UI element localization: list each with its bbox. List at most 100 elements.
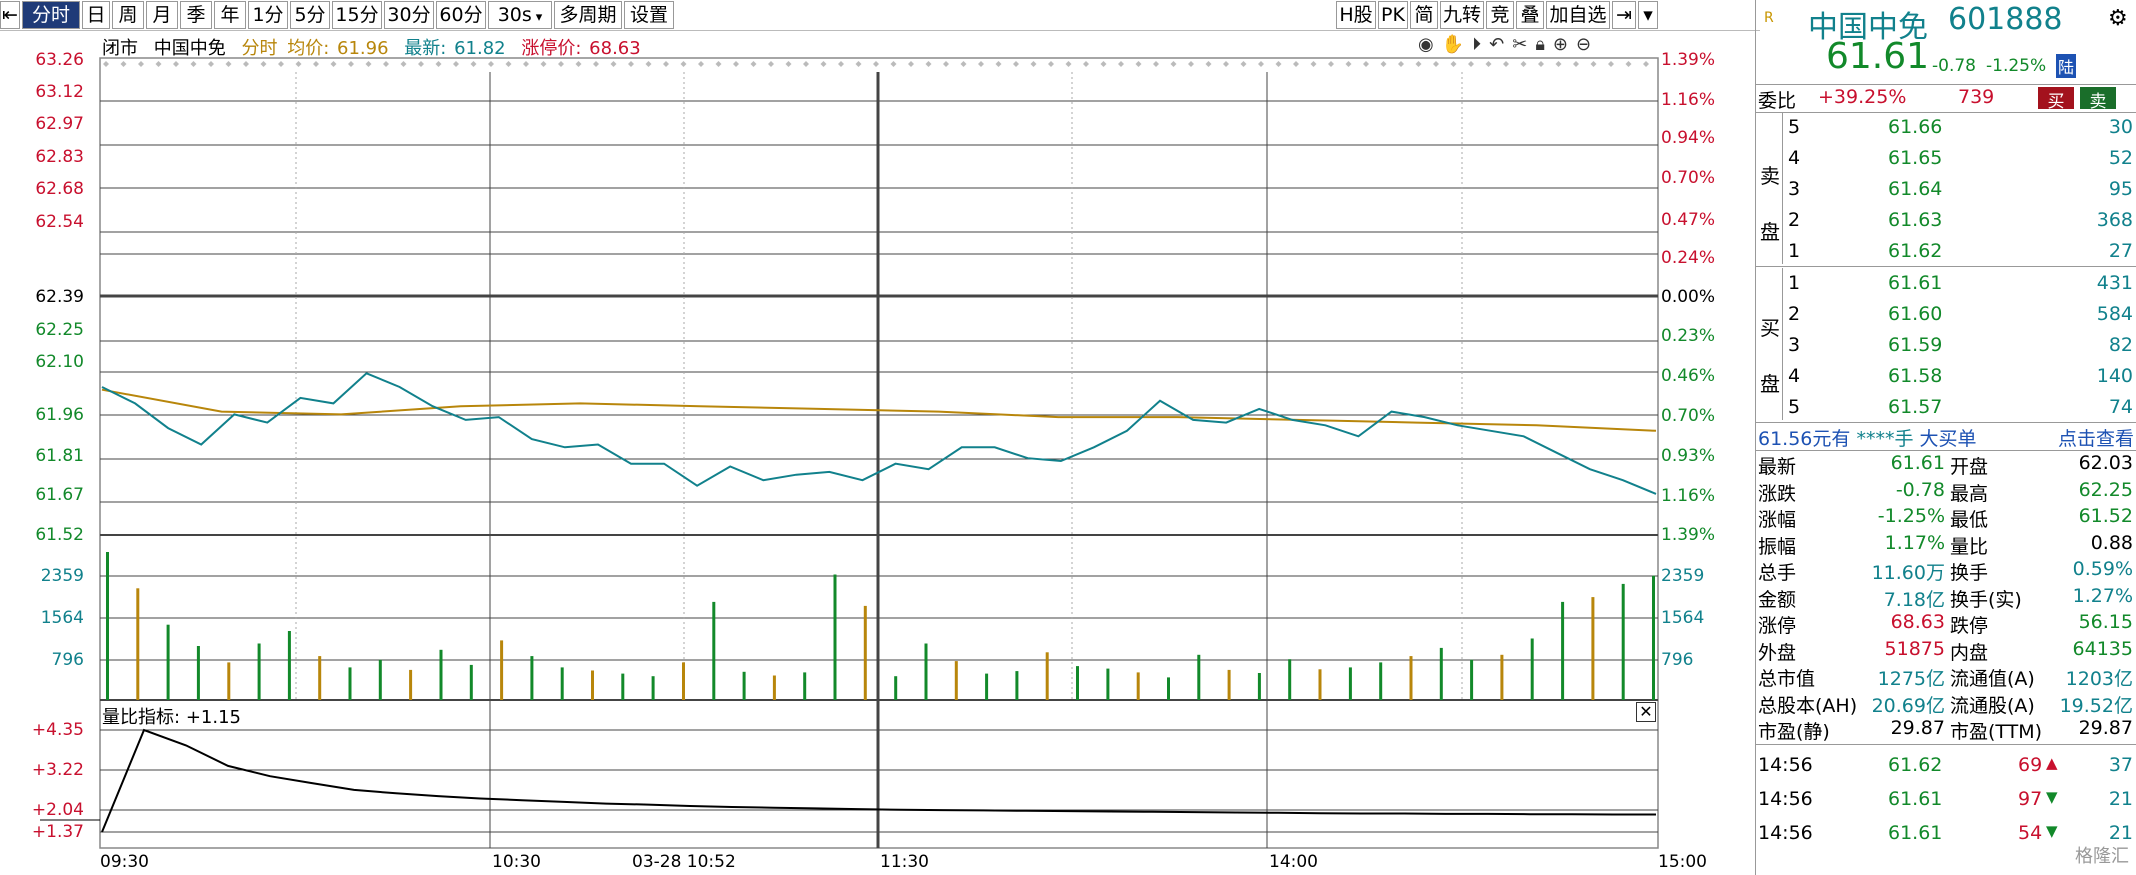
settings-button[interactable]: 设置 (624, 1, 674, 29)
sell-button[interactable]: 卖 (2080, 87, 2116, 112)
last-page-icon[interactable]: ⇥ (1612, 1, 1636, 29)
timeline-marker (208, 61, 214, 67)
volume-bar (1257, 673, 1261, 700)
tab-5min[interactable]: 5分 (290, 1, 330, 29)
sell-order-row[interactable]: 1 61.62 27 (1756, 240, 2136, 266)
buy-order-row[interactable]: 1 61.61 431 (1756, 272, 2136, 298)
buy-order-row[interactable]: 3 61.59 82 (1756, 334, 2136, 360)
tab-60min[interactable]: 60分 (436, 1, 486, 29)
first-page-icon[interactable]: ⇤ (0, 1, 20, 29)
sell-order-row[interactable]: 3 61.64 95 (1756, 178, 2136, 204)
timeline-marker (1538, 61, 1544, 67)
nine-turn-button[interactable]: 九转 (1440, 1, 1484, 29)
sell-order-row[interactable]: 2 61.63 368 (1756, 209, 2136, 235)
order-volume: 95 (2108, 178, 2133, 200)
play-icon[interactable]: ⏵ (1472, 34, 1489, 55)
eye-icon[interactable]: ◉ (1418, 34, 1442, 55)
pct-tick: 1.16% (1661, 486, 1716, 506)
price-tick: 63.26 (35, 50, 84, 70)
volume-tick: 2359 (1661, 566, 1705, 586)
volume-bar (772, 675, 776, 700)
zoom-out-icon[interactable]: ⊖ (1576, 34, 1599, 55)
buy-button[interactable]: 买 (2038, 87, 2074, 112)
timeline-marker (750, 61, 757, 67)
trade-count: 21 (2108, 788, 2133, 810)
sell-order-row[interactable]: 5 61.66 30 (1756, 116, 2136, 142)
tab-day[interactable]: 日 (82, 1, 110, 29)
stat-value: 19.52亿 (2059, 694, 2133, 717)
stat-key: 最低 (1950, 509, 1989, 531)
order-price: 61.62 (1888, 240, 1943, 262)
timeline-marker (1188, 61, 1194, 67)
volume-bar (1652, 575, 1655, 700)
volume-bar (409, 669, 413, 700)
tab-month[interactable]: 月 (146, 1, 178, 29)
order-volume: 584 (2096, 303, 2133, 325)
price-tick: 61.81 (35, 446, 84, 466)
sell-order-row[interactable]: 4 61.65 52 (1756, 147, 2136, 173)
volume-bar (378, 659, 382, 700)
interval-select[interactable]: 30s (488, 1, 552, 29)
stat-row: 总股本(AH) 20.69亿 流通股(A) 19.52亿 (1756, 691, 2136, 717)
volume-bar (924, 643, 928, 700)
stat-row: 涨跌 -0.78 最高 62.25 (1756, 479, 2136, 505)
hand-icon[interactable]: ✋ (1442, 34, 1472, 55)
undo-icon[interactable]: ↶ (1489, 34, 1512, 55)
timeline-marker (103, 61, 109, 67)
order-volume: 52 (2108, 147, 2133, 169)
pk-button[interactable]: PK (1378, 1, 1408, 29)
stat-row: 金额 7.18亿 换手(实) 1.27% (1756, 585, 2136, 611)
tab-quarter[interactable]: 季 (180, 1, 212, 29)
volume-tick: 1564 (40, 608, 84, 628)
pct-tick: 0.70% (1661, 168, 1716, 188)
buy-order-row[interactable]: 4 61.58 140 (1756, 365, 2136, 391)
auction-button[interactable]: 竞 (1486, 1, 1514, 29)
level: 4 (1788, 365, 1801, 387)
market-status: 闭市 (102, 38, 138, 59)
tab-week[interactable]: 周 (112, 1, 144, 29)
simple-button[interactable]: 简 (1410, 1, 1438, 29)
multi-period-button[interactable]: 多周期 (554, 1, 622, 29)
timeline-marker (1310, 61, 1317, 67)
stat-value: 20.69亿 (1871, 694, 1945, 717)
tab-15min[interactable]: 15分 (332, 1, 382, 29)
timeline-marker (488, 61, 494, 67)
timeline-marker (418, 61, 424, 67)
menu-dropdown-icon[interactable]: ▾ (1638, 1, 1658, 29)
timeline-marker (1380, 61, 1387, 67)
close-indicator-icon[interactable]: ✕ (1636, 702, 1656, 722)
overlay-button[interactable]: 叠 (1516, 1, 1544, 29)
trade-row: 14:56 61.61 97 ▼ 21 (1756, 788, 2136, 820)
price-tick: 62.25 (35, 320, 84, 340)
buy-order-row[interactable]: 2 61.60 584 (1756, 303, 2136, 329)
lock-icon[interactable]: 🔒︎ (1535, 34, 1553, 55)
stat-row: 市盈(静) 29.87 市盈(TTM) 29.87 (1756, 717, 2136, 743)
timeline-marker (733, 61, 739, 67)
volume-bar (621, 673, 625, 700)
price-tick: 62.97 (35, 114, 84, 134)
timeline-marker (1485, 61, 1492, 67)
view-details-link[interactable]: 点击查看 (2058, 424, 2134, 451)
weicha-value: 739 (1958, 86, 1995, 108)
timeline-marker (1153, 61, 1159, 67)
timeline-marker (1048, 61, 1054, 67)
tab-year[interactable]: 年 (214, 1, 246, 29)
volume-bar (651, 676, 655, 700)
timeline-marker (978, 61, 984, 67)
tab-30min[interactable]: 30分 (384, 1, 434, 29)
time-tick: 09:30 (100, 852, 149, 872)
tab-1min[interactable]: 1分 (248, 1, 288, 29)
pct-tick: 0.46% (1661, 366, 1716, 386)
stat-key: 涨幅 (1758, 509, 1797, 531)
scissors-icon[interactable]: ✂ (1512, 34, 1535, 55)
latest-price: 61.82 (454, 38, 506, 59)
h-share-button[interactable]: H股 (1336, 1, 1376, 29)
limit-label: 涨停价: (521, 38, 582, 59)
add-watchlist-button[interactable]: 加自选 (1546, 1, 1610, 29)
tab-intraday[interactable]: 分时 (22, 1, 80, 29)
settings-gear-icon[interactable]: ⚙ (2108, 6, 2128, 31)
level: 3 (1788, 334, 1801, 356)
buy-order-row[interactable]: 5 61.57 74 (1756, 396, 2136, 422)
zoom-in-icon[interactable]: ⊕ (1553, 34, 1576, 55)
volume-bar (1379, 662, 1383, 700)
